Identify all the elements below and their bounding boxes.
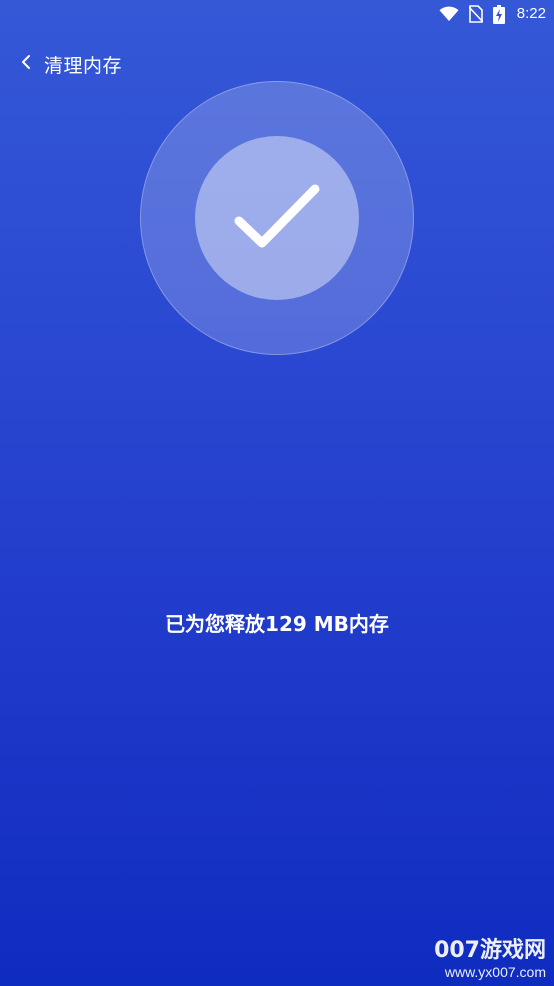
no-sim-icon — [468, 5, 483, 23]
status-icons: 8:22 — [439, 4, 546, 24]
page-title: 清理内存 — [44, 54, 123, 77]
battery-charging-icon — [492, 4, 505, 24]
wifi-icon — [439, 6, 459, 22]
back-button[interactable] — [14, 48, 38, 80]
watermark: 007游戏网 www.yx007.com — [434, 938, 546, 980]
checkmark-icon — [195, 136, 359, 300]
watermark-url: www.yx007.com — [444, 964, 546, 980]
status-time: 8:22 — [516, 5, 546, 22]
success-graphic — [140, 81, 414, 355]
chevron-left-icon — [21, 54, 31, 74]
header: 清理内存 — [14, 48, 122, 80]
result-message: 已为您释放129 MB内存 — [165, 612, 389, 636]
watermark-brand: 007游戏网 — [434, 938, 546, 963]
status-bar: 8:22 — [0, 0, 554, 28]
